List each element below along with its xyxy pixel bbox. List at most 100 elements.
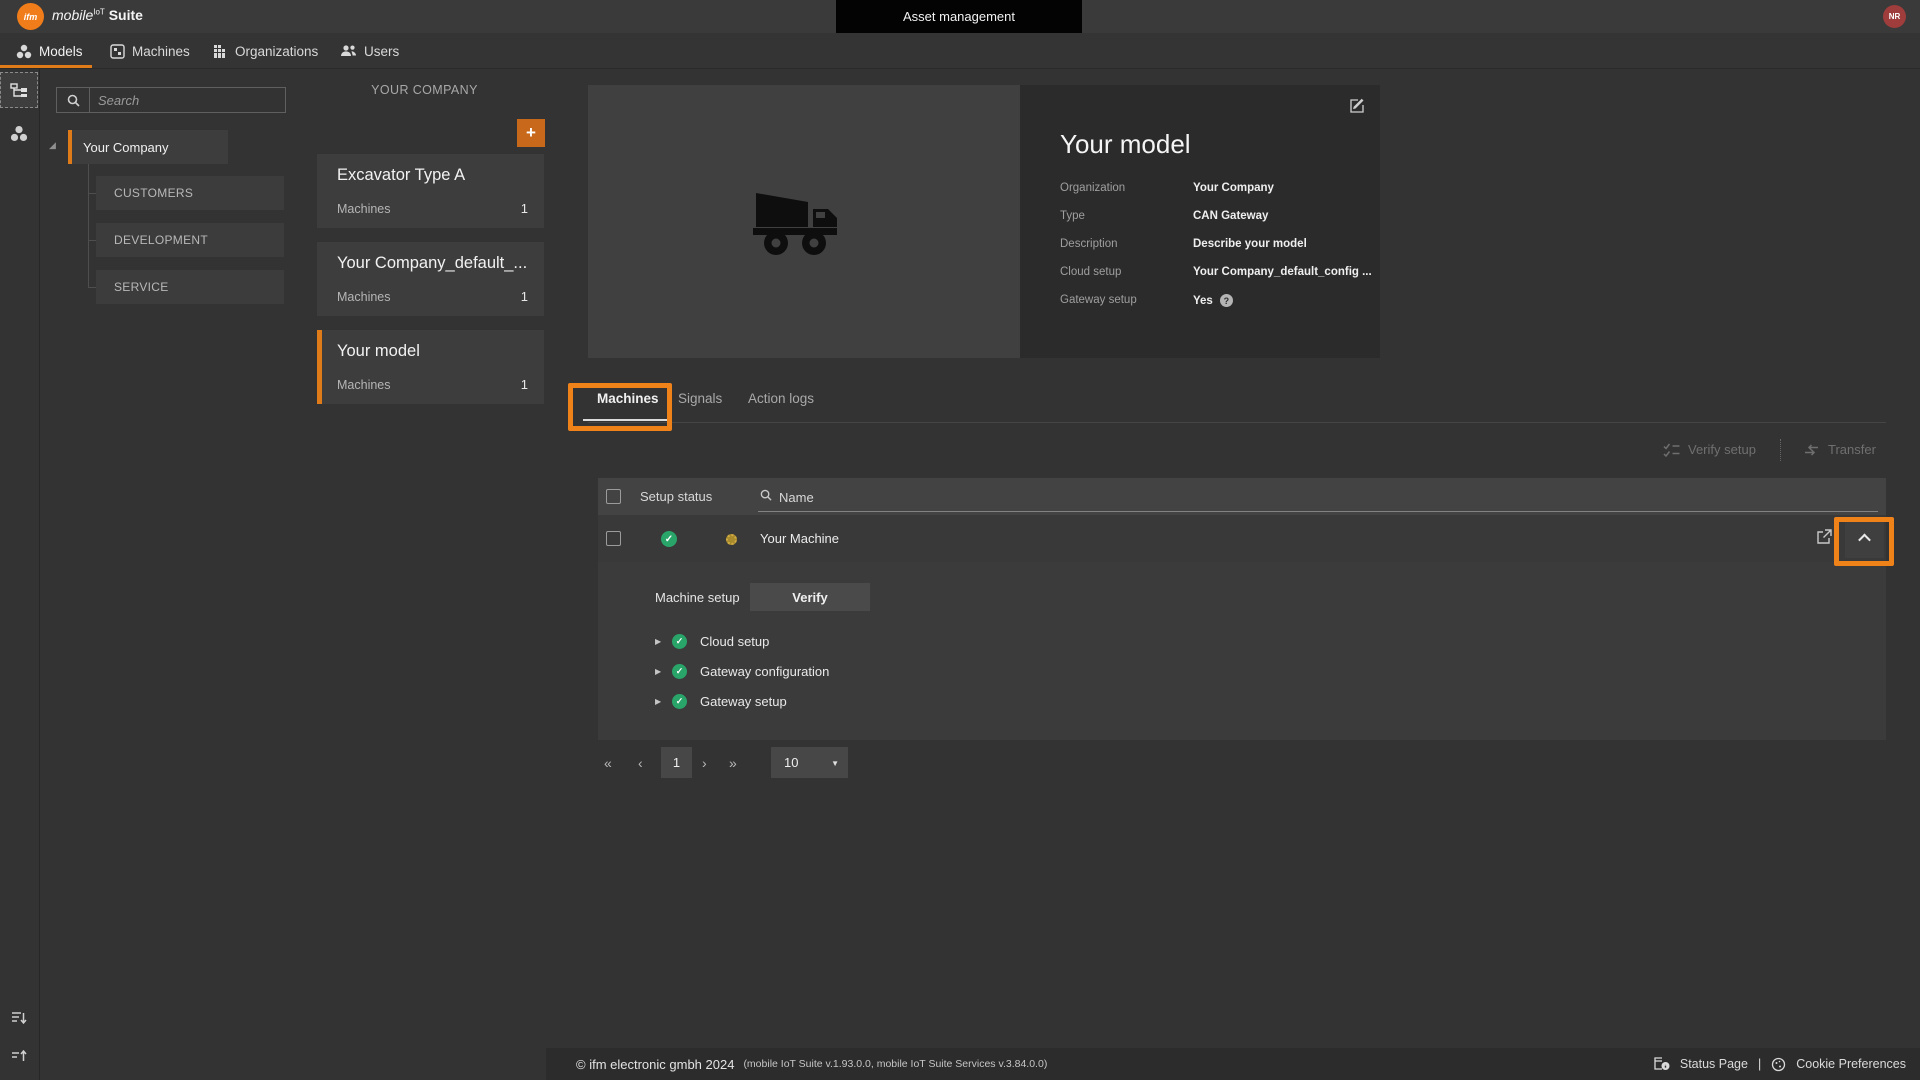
row-checkbox[interactable] (606, 531, 621, 546)
field-label: Description (1060, 238, 1118, 250)
help-icon[interactable]: ? (1219, 294, 1233, 307)
left-icon-rail (0, 69, 40, 1080)
cookie-preferences-link[interactable]: Cookie Preferences (1796, 1057, 1906, 1071)
footer: © ifm electronic gmbh 2024 (mobile IoT S… (546, 1048, 1920, 1080)
organizations-icon (213, 44, 228, 59)
toolbar-divider (1780, 439, 1781, 461)
version-text: (mobile IoT Suite v.1.93.0.0, mobile IoT… (743, 1058, 1048, 1070)
rail-models-button[interactable] (0, 115, 38, 151)
hierarchy-icon (10, 82, 28, 98)
machines-table: Setup status ✓ Your Machine Machine setu… (598, 478, 1886, 740)
model-card-your-model[interactable]: Your model Machines 1 (317, 330, 544, 404)
organization-tree-panel: ◢ Your Company CUSTOMERS DEVELOPMENT SER… (40, 69, 303, 1080)
top-bar: ifm mobileIoT Suite Asset management NR (0, 0, 1920, 33)
main-content: Your model Organization Your Company Typ… (546, 69, 1920, 1080)
verify-setup-label: Verify setup (1688, 442, 1756, 457)
selected-node-bar (68, 130, 72, 164)
page-title-strip: Asset management (836, 0, 1082, 33)
field-value: Describe your model (1193, 238, 1307, 250)
tree-node-service[interactable]: SERVICE (96, 270, 284, 304)
annotation-box-machines-tab (568, 383, 672, 431)
name-filter-underline (758, 511, 1878, 512)
check-ok-icon: ✓ (672, 633, 687, 649)
tree-connector (88, 193, 96, 194)
add-model-button[interactable]: + (517, 119, 545, 147)
page-title: Asset management (902, 9, 1015, 24)
rail-sort-ascending-button[interactable] (0, 1038, 38, 1074)
next-page-button[interactable]: › (702, 747, 707, 778)
brand-mobile: mobile (52, 7, 94, 23)
last-page-button[interactable]: » (729, 747, 737, 778)
verify-setup-icon (1663, 443, 1680, 457)
model-detail-panel: Your model Organization Your Company Typ… (588, 85, 1380, 358)
users-icon (340, 44, 357, 58)
rail-sort-descending-button[interactable] (0, 1000, 38, 1036)
tree-node-label: SERVICE (114, 280, 169, 294)
search-icon[interactable] (57, 88, 90, 112)
nav-item-models[interactable]: Models (16, 33, 83, 69)
tree-node-customers[interactable]: CUSTOMERS (96, 176, 284, 210)
setup-status-header: Setup status (640, 489, 713, 504)
expand-arrow-icon[interactable]: ▶ (655, 697, 672, 706)
edit-icon[interactable] (1349, 97, 1366, 114)
model-image-area (588, 85, 1020, 358)
tree-connector (88, 240, 96, 241)
machines-icon (110, 43, 125, 59)
current-page[interactable]: 1 (661, 747, 692, 778)
models-icon (16, 44, 32, 59)
model-card-stat-label: Machines (337, 202, 391, 216)
tree-connector (88, 287, 96, 288)
model-card-default-config[interactable]: Your Company_default_... Machines 1 (317, 242, 544, 316)
user-avatar[interactable]: NR (1883, 5, 1906, 28)
nav-item-users[interactable]: Users (340, 33, 399, 69)
page-size-dropdown[interactable]: 10 ▼ (771, 747, 848, 778)
transfer-label: Transfer (1828, 442, 1876, 457)
nav-label: Users (364, 43, 400, 59)
rail-tree-view-button[interactable] (0, 72, 38, 108)
prev-page-button[interactable]: ‹ (638, 747, 643, 778)
machine-setup-label: Machine setup (655, 590, 740, 605)
tab-strip-divider (588, 422, 1886, 423)
nav-item-organizations[interactable]: Organizations (213, 33, 318, 69)
nav-item-machines[interactable]: Machines (110, 33, 190, 69)
brand-suite: Suite (108, 7, 143, 23)
expand-arrow-icon[interactable]: ▶ (655, 637, 672, 646)
transfer-icon (1803, 443, 1820, 457)
name-filter-input[interactable] (779, 486, 1869, 508)
expand-arrow-icon[interactable]: ▶ (655, 667, 672, 676)
field-label: Gateway setup (1060, 294, 1137, 306)
model-card-excavator[interactable]: Excavator Type A Machines 1 (317, 154, 544, 228)
field-value: Your Company_default_config ... (1193, 266, 1372, 278)
select-all-checkbox[interactable] (606, 489, 621, 504)
open-external-icon[interactable] (1816, 529, 1832, 545)
model-card-stat-label: Machines (337, 290, 391, 304)
tree-search-box (56, 87, 286, 113)
verify-setup-button[interactable]: Verify setup (1663, 442, 1756, 457)
machine-name: Your Machine (760, 531, 840, 546)
app-brand: mobileIoT Suite (52, 7, 143, 23)
check-row-gateway-setup[interactable]: ▶ ✓ Gateway setup (655, 693, 787, 709)
search-input[interactable] (90, 88, 285, 112)
verify-button[interactable]: Verify (750, 583, 870, 611)
check-label: Gateway configuration (700, 663, 830, 679)
tab-signals[interactable]: Signals (678, 391, 722, 406)
check-row-cloud-setup[interactable]: ▶ ✓ Cloud setup (655, 633, 769, 649)
models-panel-header: YOUR COMPANY (371, 83, 478, 97)
model-card-title: Excavator Type A (337, 166, 466, 184)
field-value: Yes (1193, 294, 1213, 307)
tree-expander-icon[interactable]: ◢ (49, 140, 56, 151)
field-value: Your Company (1193, 182, 1274, 194)
copyright-text: © ifm electronic gmbh 2024 (576, 1056, 735, 1072)
model-card-stat-label: Machines (337, 378, 391, 392)
tab-action-logs[interactable]: Action logs (748, 391, 814, 406)
sort-ascending-icon (11, 1049, 27, 1063)
transfer-button[interactable]: Transfer (1803, 442, 1876, 457)
model-card-title: Your Company_default_... (337, 254, 528, 272)
tree-node-your-company[interactable]: Your Company (68, 130, 228, 164)
first-page-button[interactable]: « (604, 747, 612, 778)
tree-node-development[interactable]: DEVELOPMENT (96, 223, 284, 257)
check-row-gateway-configuration[interactable]: ▶ ✓ Gateway configuration (655, 663, 829, 679)
machine-row[interactable]: ✓ Your Machine (598, 515, 1886, 562)
status-page-link[interactable]: Status Page (1680, 1057, 1748, 1071)
model-card-stat-value: 1 (520, 289, 528, 304)
